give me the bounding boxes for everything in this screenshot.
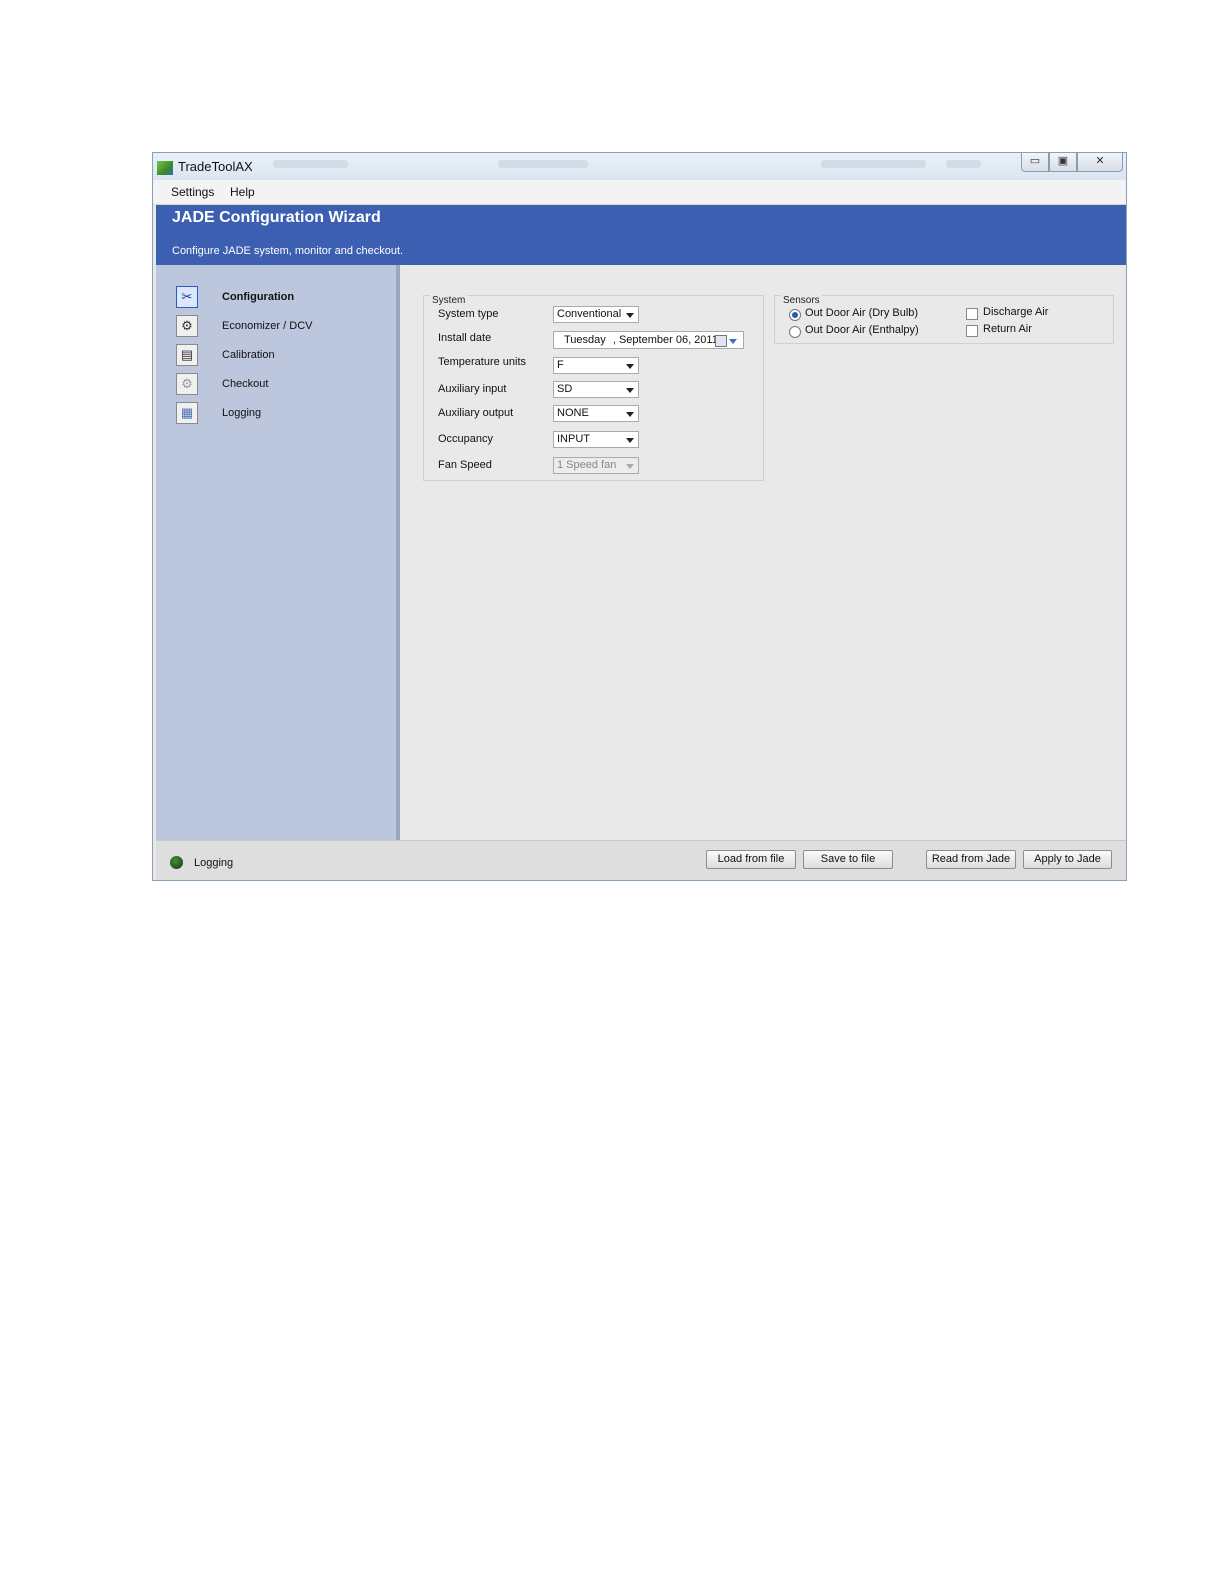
main-content: System System type Conventional Install … xyxy=(403,265,1126,840)
gear-icon: ⚙ xyxy=(176,373,198,395)
system-type-value: Conventional xyxy=(557,308,622,320)
auxiliary-input-label: Auxiliary input xyxy=(438,383,507,395)
page-title: JADE Configuration Wizard xyxy=(172,209,381,226)
system-type-label: System type xyxy=(438,308,499,320)
radio-dry-bulb-label: Out Door Air (Dry Bulb) xyxy=(805,307,919,319)
chevron-down-icon xyxy=(626,388,634,393)
auxiliary-output-select[interactable]: NONE xyxy=(553,405,639,422)
install-date-day: Tuesday xyxy=(564,334,606,346)
background-ghost xyxy=(273,160,348,168)
save-to-file-button[interactable]: Save to file xyxy=(803,850,893,869)
sidebar: ✂ Configuration ⚙ Economizer / DCV ▤ Cal… xyxy=(156,265,400,840)
occupancy-value: INPUT xyxy=(557,433,590,445)
background-ghost xyxy=(946,160,981,168)
auxiliary-input-select[interactable]: SD xyxy=(553,381,639,398)
auxiliary-output-label: Auxiliary output xyxy=(438,407,514,419)
sidebar-item-label: Configuration xyxy=(222,291,295,303)
tools-icon: ✂ xyxy=(176,286,198,308)
calibration-icon: ▤ xyxy=(176,344,198,366)
logging-status-led-icon xyxy=(170,856,183,869)
calendar-icon[interactable] xyxy=(715,335,727,347)
close-button[interactable]: ✕ xyxy=(1077,153,1123,172)
temperature-units-select[interactable]: F xyxy=(553,357,639,374)
checkbox-discharge-air[interactable] xyxy=(966,308,978,320)
temperature-units-value: F xyxy=(557,359,564,371)
checkbox-return-air-label: Return Air xyxy=(983,323,1032,335)
system-group-title: System xyxy=(430,295,468,306)
chevron-down-icon xyxy=(626,412,634,417)
radio-enthalpy[interactable] xyxy=(789,326,801,338)
sidebar-item-label: Logging xyxy=(222,407,262,419)
install-date-label: Install date xyxy=(438,332,492,344)
menu-bar: Settings Help xyxy=(153,180,1126,205)
sensors-group: Sensors Out Door Air (Dry Bulb) Out Door… xyxy=(774,295,1114,344)
sidebar-item-calibration[interactable]: ▤ Calibration xyxy=(176,342,275,368)
sidebar-item-configuration[interactable]: ✂ Configuration xyxy=(176,284,294,310)
temperature-units-label: Temperature units xyxy=(438,356,527,368)
window-title: TradeToolAX xyxy=(178,159,253,174)
chevron-down-icon xyxy=(626,364,634,369)
status-bar: Logging Load from file Save to file Read… xyxy=(156,840,1126,880)
checkbox-discharge-air-label: Discharge Air xyxy=(983,306,1049,318)
radio-enthalpy-label: Out Door Air (Enthalpy) xyxy=(805,324,919,336)
chevron-down-icon xyxy=(626,313,634,318)
sensors-group-title: Sensors xyxy=(781,295,822,306)
sidebar-item-logging[interactable]: ▦ Logging xyxy=(176,400,261,426)
menu-help[interactable]: Help xyxy=(230,185,255,199)
sidebar-item-label: Checkout xyxy=(222,378,269,390)
auxiliary-input-value: SD xyxy=(557,383,573,395)
maximize-button[interactable]: ▣ xyxy=(1049,153,1077,172)
sidebar-item-checkout[interactable]: ⚙ Checkout xyxy=(176,371,268,397)
read-from-jade-button[interactable]: Read from Jade xyxy=(926,850,1016,869)
sidebar-item-label: Calibration xyxy=(222,349,275,361)
chevron-down-icon xyxy=(626,464,634,469)
title-bar[interactable]: TradeToolAX ▭ ▣ ✕ xyxy=(153,153,1126,180)
fan-speed-select: 1 Speed fan xyxy=(553,457,639,474)
wizard-header: JADE Configuration Wizard Configure JADE… xyxy=(156,205,1126,265)
chevron-down-icon[interactable] xyxy=(729,339,737,344)
occupancy-select[interactable]: INPUT xyxy=(553,431,639,448)
fan-speed-value: 1 Speed fan xyxy=(557,459,617,471)
load-from-file-button[interactable]: Load from file xyxy=(706,850,796,869)
apply-to-jade-button[interactable]: Apply to Jade xyxy=(1023,850,1112,869)
economizer-icon: ⚙ xyxy=(176,315,198,337)
background-ghost xyxy=(821,160,926,168)
install-date-picker[interactable]: Tuesday , September 06, 2011 xyxy=(553,331,744,349)
install-date-value: , September 06, 2011 xyxy=(612,334,718,346)
chevron-down-icon xyxy=(626,438,634,443)
fan-speed-label: Fan Speed xyxy=(438,459,492,471)
occupancy-label: Occupancy xyxy=(438,433,494,445)
auxiliary-output-value: NONE xyxy=(557,407,589,419)
checkbox-return-air[interactable] xyxy=(966,325,978,337)
log-icon: ▦ xyxy=(176,402,198,424)
page-subtitle: Configure JADE system, monitor and check… xyxy=(172,245,404,257)
sidebar-item-label: Economizer / DCV xyxy=(222,320,313,332)
menu-settings[interactable]: Settings xyxy=(171,185,214,199)
radio-dry-bulb[interactable] xyxy=(789,309,801,321)
minimize-button[interactable]: ▭ xyxy=(1021,153,1049,172)
app-window: TradeToolAX ▭ ▣ ✕ Settings Help JADE Con… xyxy=(152,152,1127,881)
system-type-select[interactable]: Conventional xyxy=(553,306,639,323)
background-ghost xyxy=(498,160,588,168)
status-label: Logging xyxy=(194,857,234,869)
system-group: System System type Conventional Install … xyxy=(423,295,764,481)
app-icon xyxy=(157,161,173,175)
sidebar-item-economizer[interactable]: ⚙ Economizer / DCV xyxy=(176,313,312,339)
